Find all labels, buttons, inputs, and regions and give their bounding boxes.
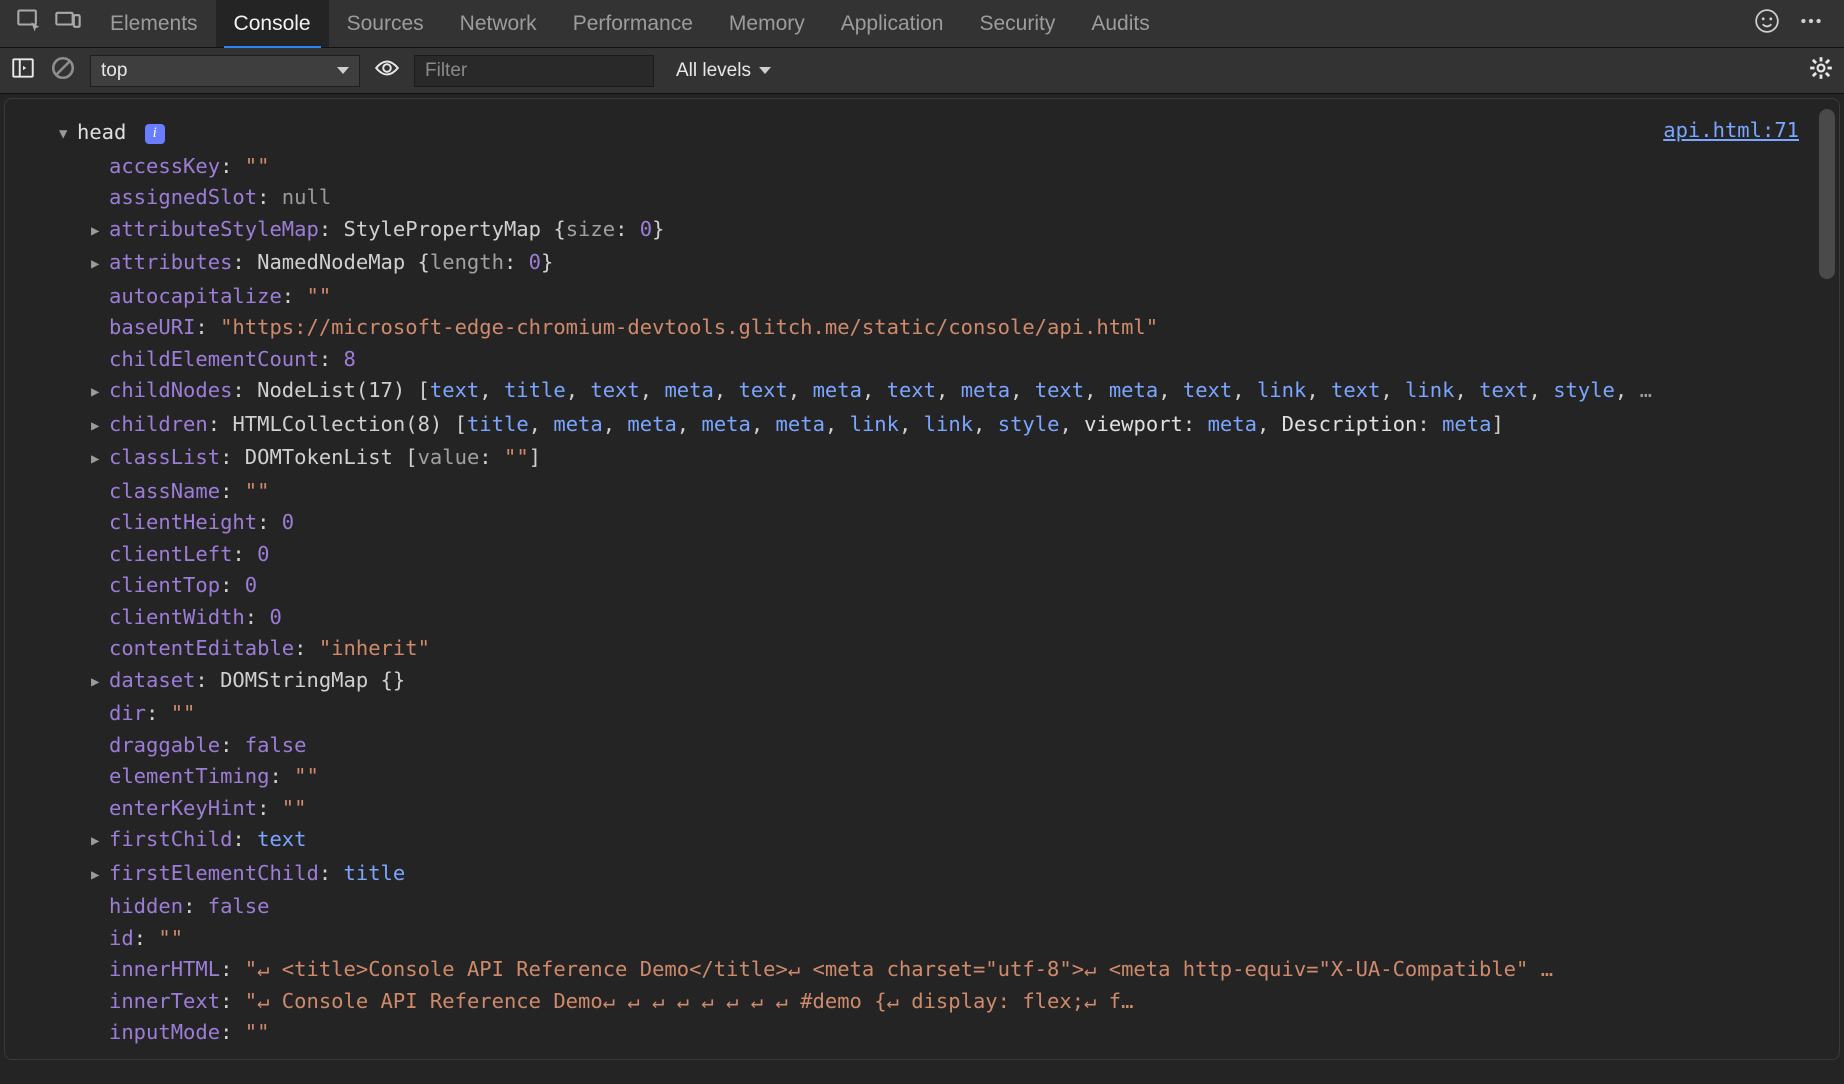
node-ref[interactable]: text: [1479, 378, 1528, 402]
tree-root[interactable]: head i: [41, 117, 1809, 151]
console-settings-icon[interactable]: [1808, 55, 1834, 87]
node-ref[interactable]: text: [590, 378, 639, 402]
prop-id[interactable]: id: "": [41, 923, 1809, 955]
node-ref[interactable]: meta: [813, 378, 862, 402]
device-toolbar-icon[interactable]: [54, 7, 82, 41]
node-ref[interactable]: meta: [1109, 378, 1158, 402]
prop-attributeStyleMap[interactable]: attributeStyleMap: StylePropertyMap {siz…: [41, 214, 1809, 248]
filter-input[interactable]: [414, 55, 654, 87]
tab-elements[interactable]: Elements: [92, 0, 216, 47]
node-ref[interactable]: meta: [1208, 412, 1257, 436]
source-location-link[interactable]: api.html:71: [1663, 115, 1799, 147]
node-ref[interactable]: meta: [627, 412, 676, 436]
node-ref[interactable]: meta: [961, 378, 1010, 402]
disclosure-triangle-icon[interactable]: [91, 377, 105, 409]
prop-clientWidth[interactable]: clientWidth: 0: [41, 602, 1809, 634]
devtools-tabbar: ElementsConsoleSourcesNetworkPerformance…: [0, 0, 1844, 48]
prop-childElementCount[interactable]: childElementCount: 8: [41, 344, 1809, 376]
console-toolbar: top All levels: [0, 48, 1844, 94]
toggle-sidebar-icon[interactable]: [10, 55, 36, 87]
node-ref[interactable]: meta: [664, 378, 713, 402]
node-ref[interactable]: text: [1183, 378, 1232, 402]
tab-console[interactable]: Console: [216, 0, 329, 47]
prop-innerHTML[interactable]: innerHTML: "↵ <title>Console API Referen…: [41, 954, 1809, 986]
more-options-icon[interactable]: [1798, 8, 1824, 40]
prop-children[interactable]: children: HTMLCollection(8) [title, meta…: [41, 409, 1809, 443]
prop-inputMode[interactable]: inputMode: "": [41, 1017, 1809, 1049]
disclosure-triangle-icon[interactable]: [91, 411, 105, 443]
node-ref[interactable]: link: [924, 412, 973, 436]
log-level-select[interactable]: All levels: [668, 60, 779, 82]
prop-childNodes[interactable]: childNodes: NodeList(17) [text, title, t…: [41, 375, 1809, 409]
node-ref[interactable]: title: [504, 378, 566, 402]
object-tree[interactable]: head i accessKey: "" assignedSlot: null …: [41, 117, 1809, 1049]
clear-console-icon[interactable]: [50, 55, 76, 87]
node-ref[interactable]: text: [430, 378, 479, 402]
prop-innerText[interactable]: innerText: "↵ Console API Reference Demo…: [41, 986, 1809, 1018]
prop-enterKeyHint[interactable]: enterKeyHint: "": [41, 793, 1809, 825]
feedback-smile-icon[interactable]: [1754, 8, 1780, 40]
tab-security[interactable]: Security: [961, 0, 1073, 47]
disclosure-triangle-icon[interactable]: [59, 119, 73, 151]
prop-baseURI[interactable]: baseURI: "https://microsoft-edge-chromiu…: [41, 312, 1809, 344]
tab-memory[interactable]: Memory: [711, 0, 823, 47]
info-badge-icon[interactable]: i: [145, 124, 165, 144]
execution-context-value: top: [101, 60, 127, 82]
node-ref[interactable]: text: [887, 378, 936, 402]
disclosure-triangle-icon[interactable]: [91, 249, 105, 281]
prop-dir[interactable]: dir: "": [41, 698, 1809, 730]
node-ref[interactable]: style: [1553, 378, 1615, 402]
node-ref[interactable]: text: [1331, 378, 1380, 402]
disclosure-triangle-icon[interactable]: [91, 216, 105, 248]
tab-performance[interactable]: Performance: [555, 0, 711, 47]
prop-firstElementChild[interactable]: firstElementChild: title: [41, 858, 1809, 892]
prop-elementTiming[interactable]: elementTiming: "": [41, 761, 1809, 793]
inspect-element-icon[interactable]: [16, 7, 44, 41]
node-ref[interactable]: meta: [701, 412, 750, 436]
chevron-down-icon: [759, 67, 771, 74]
prop-firstChild[interactable]: firstChild: text: [41, 824, 1809, 858]
log-level-label: All levels: [676, 60, 751, 82]
node-ref[interactable]: style: [998, 412, 1060, 436]
node-ref[interactable]: text: [739, 378, 788, 402]
disclosure-triangle-icon[interactable]: [91, 860, 105, 892]
prop-attributes[interactable]: attributes: NamedNodeMap {length: 0}: [41, 247, 1809, 281]
node-ref[interactable]: link: [1405, 378, 1454, 402]
disclosure-triangle-icon[interactable]: [91, 667, 105, 699]
prop-clientTop[interactable]: clientTop: 0: [41, 570, 1809, 602]
node-ref[interactable]: meta: [1442, 412, 1491, 436]
node-ref[interactable]: meta: [553, 412, 602, 436]
execution-context-select[interactable]: top: [90, 55, 360, 87]
prop-assignedSlot[interactable]: assignedSlot: null: [41, 182, 1809, 214]
prop-clientLeft[interactable]: clientLeft: 0: [41, 539, 1809, 571]
prop-className[interactable]: className: "": [41, 476, 1809, 508]
disclosure-triangle-icon[interactable]: [91, 826, 105, 858]
prop-draggable[interactable]: draggable: false: [41, 730, 1809, 762]
live-expression-icon[interactable]: [374, 55, 400, 87]
prop-dataset[interactable]: dataset: DOMStringMap {}: [41, 665, 1809, 699]
scrollbar-thumb[interactable]: [1819, 109, 1835, 279]
node-ref[interactable]: meta: [776, 412, 825, 436]
prop-contentEditable[interactable]: contentEditable: "inherit": [41, 633, 1809, 665]
node-ref[interactable]: title: [467, 412, 529, 436]
node-ref[interactable]: text: [1035, 378, 1084, 402]
disclosure-triangle-icon[interactable]: [91, 444, 105, 476]
prop-accessKey[interactable]: accessKey: "": [41, 151, 1809, 183]
node-ref[interactable]: link: [1257, 378, 1306, 402]
tab-audits[interactable]: Audits: [1073, 0, 1167, 47]
prop-clientHeight[interactable]: clientHeight: 0: [41, 507, 1809, 539]
node-ref[interactable]: link: [850, 412, 899, 436]
prop-classList[interactable]: classList: DOMTokenList [value: ""]: [41, 442, 1809, 476]
tab-application[interactable]: Application: [823, 0, 962, 47]
prop-hidden[interactable]: hidden: false: [41, 891, 1809, 923]
console-output[interactable]: api.html:71 head i accessKey: "" assigne…: [4, 98, 1840, 1060]
chevron-down-icon: [337, 67, 349, 74]
tab-network[interactable]: Network: [442, 0, 555, 47]
tab-sources[interactable]: Sources: [329, 0, 442, 47]
prop-autocapitalize[interactable]: autocapitalize: "": [41, 281, 1809, 313]
